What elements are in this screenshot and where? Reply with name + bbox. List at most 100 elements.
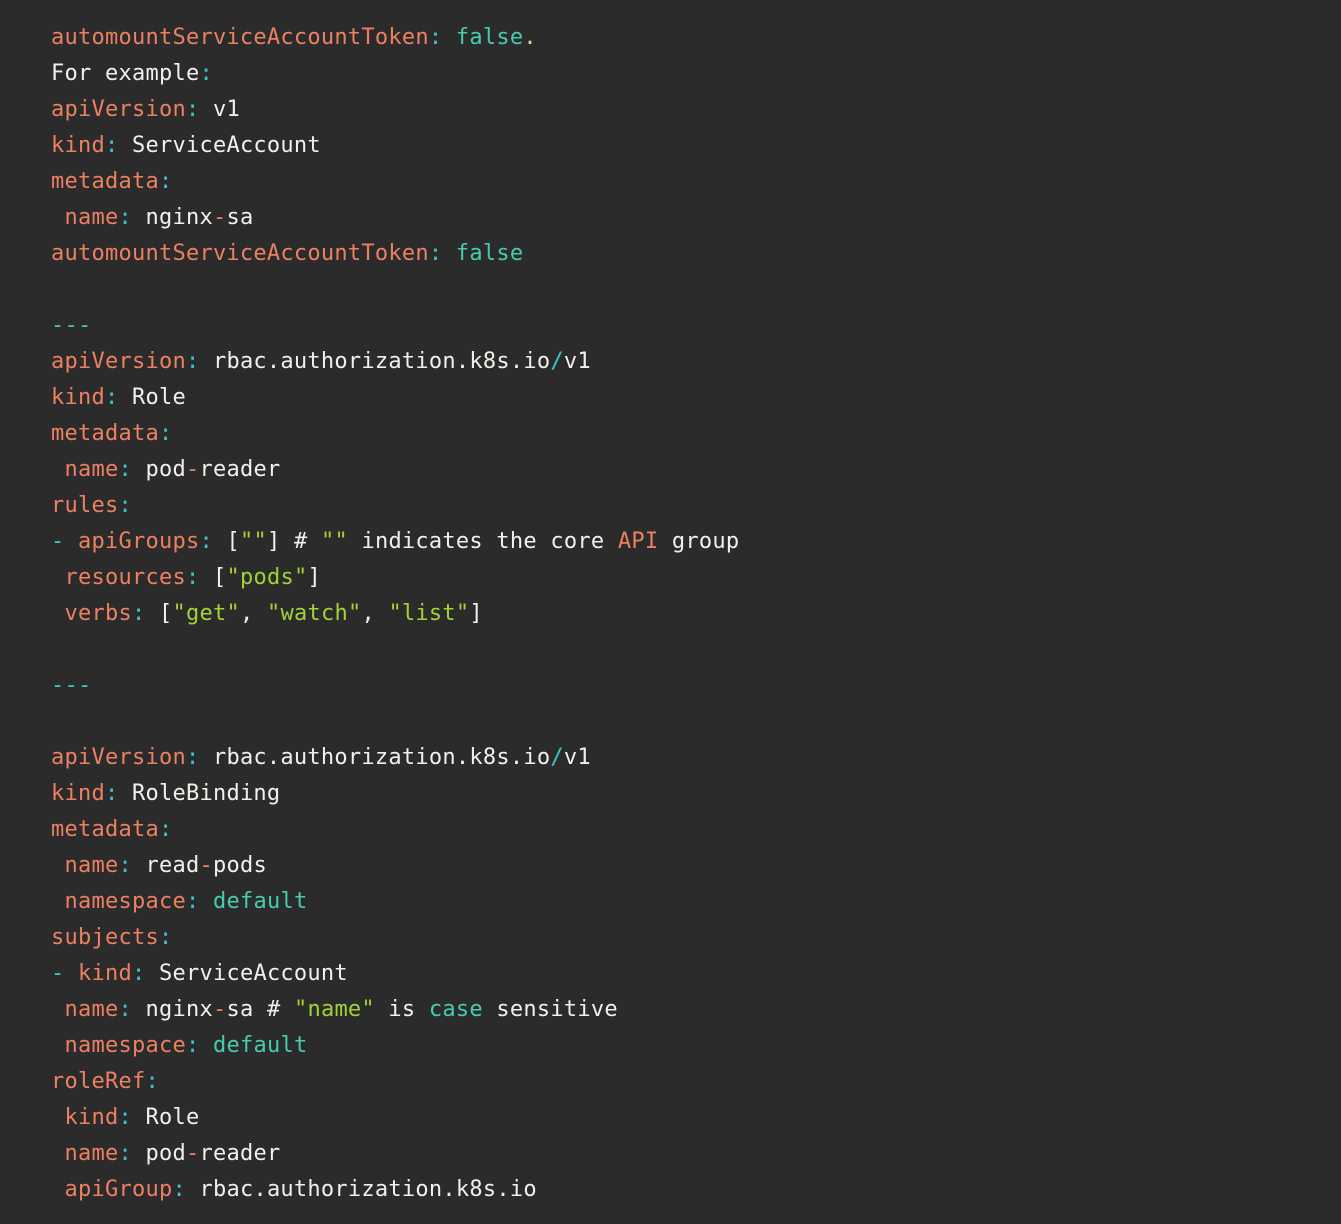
code-line: name: read-pods [51,848,1325,884]
code-token-plain [51,1033,65,1058]
code-token-key: apiGroup [65,1177,173,1202]
code-token-plain: nginx [132,205,213,230]
code-token-punct: : [159,169,173,194]
code-line-blank [51,272,1325,308]
code-token-punct: : [429,241,443,266]
code-token-plain [51,1177,65,1202]
code-token-plain: v1 [199,97,240,122]
code-token-punct: : [132,961,146,986]
code-token-key: - [213,997,227,1022]
code-token-key: apiVersion [51,745,186,770]
code-token-plain [51,889,65,914]
code-line: name: nginx-sa # "name" is case sensitiv… [51,992,1325,1028]
code-token-punct: : [118,493,132,518]
code-token-punct: : [172,1177,186,1202]
code-token-plain: sensitive [483,997,618,1022]
code-token-key: apiVersion [51,349,186,374]
code-line-blank [51,632,1325,668]
code-token-plain: group [658,529,739,554]
code-token-plain: reader [199,1141,280,1166]
code-token-kw: false [456,25,523,50]
code-token-plain [442,25,456,50]
code-token-punct: : [199,61,213,86]
code-token-plain [199,889,213,914]
code-token-punct: : [118,457,132,482]
code-line: metadata: [51,812,1325,848]
code-line: --- [51,668,1325,704]
code-token-plain [65,961,79,986]
code-token-key: name [65,1141,119,1166]
code-token-plain [65,529,79,554]
code-token-punct: : [118,1105,132,1130]
code-token-key: roleRef [51,1069,145,1094]
code-line: name: pod-reader [51,452,1325,488]
code-token-plain: rbac.authorization.k8s.io [199,745,550,770]
code-token-key: verbs [65,601,132,626]
code-token-plain: indicates the core [348,529,618,554]
code-token-plain: rbac.authorization.k8s.io [186,1177,537,1202]
code-token-yellow: . [523,25,537,50]
code-token-key: - [186,457,200,482]
code-token-key: name [65,457,119,482]
code-token-punct: / [550,349,564,374]
code-line-blank [51,704,1325,740]
code-token-plain: Role [118,385,185,410]
code-line: apiVersion: v1 [51,92,1325,128]
code-token-plain: ServiceAccount [145,961,347,986]
code-token-plain: , [361,601,388,626]
code-line: name: nginx-sa [51,200,1325,236]
code-token-plain: sa [226,205,253,230]
code-token-plain [51,457,65,482]
code-line: subjects: [51,920,1325,956]
code-token-plain: pod [132,457,186,482]
code-line: metadata: [51,416,1325,452]
code-token-key: - [213,205,227,230]
code-token-plain [51,1105,65,1130]
code-token-plain: reader [199,457,280,482]
code-line: kind: RoleBinding [51,776,1325,812]
code-token-punct: : [186,1033,200,1058]
code-token-key: kind [65,1105,119,1130]
code-token-plain [51,205,65,230]
code-token-key: - [186,1141,200,1166]
code-token-punct: --- [51,673,92,698]
code-token-str: "" [321,529,348,554]
code-token-key: kind [78,961,132,986]
code-token-punct: - [51,529,65,554]
code-token-punct: : [105,133,119,158]
code-token-plain: is [375,997,429,1022]
code-line: - apiGroups: [""] # "" indicates the cor… [51,524,1325,560]
code-token-plain [199,1033,213,1058]
code-token-key: automountServiceAccountToken [51,241,429,266]
code-token-plain: v1 [564,745,591,770]
code-token-key: kind [51,385,105,410]
code-token-plain [51,853,65,878]
code-token-key: rules [51,493,118,518]
code-token-key: namespace [65,1033,186,1058]
code-token-key: kind [51,781,105,806]
code-line: name: pod-reader [51,1136,1325,1172]
code-token-key: resources [65,565,186,590]
code-token-key: name [65,997,119,1022]
code-token-punct: : [186,349,200,374]
code-token-punct: - [51,961,65,986]
code-line: resources: ["pods"] [51,560,1325,596]
code-token-kw: case [429,997,483,1022]
code-token-key: kind [51,133,105,158]
code-token-punct: : [118,205,132,230]
code-token-plain [51,1141,65,1166]
code-line: --- [51,308,1325,344]
code-token-key: namespace [65,889,186,914]
code-token-str: "pods" [226,565,307,590]
code-token-key: metadata [51,169,159,194]
code-line: - kind: ServiceAccount [51,956,1325,992]
code-token-punct: : [186,565,200,590]
code-token-punct: : [159,817,173,842]
code-token-plain: ] [307,565,321,590]
code-token-punct: : [132,601,146,626]
code-token-plain [51,565,65,590]
code-token-punct: : [118,853,132,878]
code-token-plain [51,997,65,1022]
code-token-plain: For example [51,61,199,86]
code-line: apiGroup: rbac.authorization.k8s.io [51,1172,1325,1208]
